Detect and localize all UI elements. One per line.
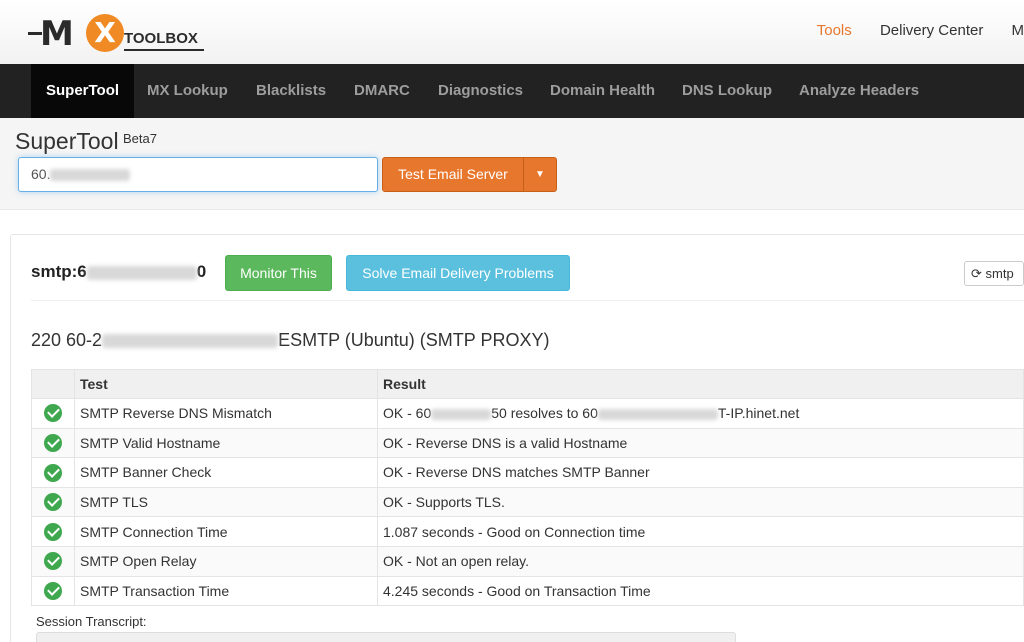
refresh-label: smtp xyxy=(985,266,1014,281)
result-text: OK - 60 xyxy=(383,405,432,422)
result-cell: 1.087 seconds - Good on Connection time xyxy=(377,516,1024,547)
top-links: Tools Delivery Center M xyxy=(817,22,1024,39)
test-email-server-button[interactable]: Test Email Server xyxy=(382,157,524,192)
session-transcript-label: Session Transcript: xyxy=(36,614,147,629)
banner-suffix: ESMTP (Ubuntu) (SMTP PROXY) xyxy=(278,330,550,350)
nav-supertool[interactable]: SuperTool xyxy=(31,64,135,118)
header-result: Result xyxy=(377,369,1024,399)
test-cell: SMTP Valid Hostname xyxy=(74,427,378,459)
nav-dns-lookup[interactable]: DNS Lookup xyxy=(667,64,787,118)
status-cell xyxy=(31,516,75,547)
page-title: SuperTool xyxy=(15,128,119,154)
redacted-ip xyxy=(50,169,131,182)
toplink-delivery-center[interactable]: Delivery Center xyxy=(880,22,983,39)
table-row: SMTP Valid Hostname OK - Reverse DNS is … xyxy=(31,427,1024,459)
result-cell: OK - Reverse DNS matches SMTP Banner xyxy=(377,457,1024,488)
nav-domain-health[interactable]: Domain Health xyxy=(535,64,670,118)
nav-mx-lookup[interactable]: MX Lookup xyxy=(132,64,243,118)
status-cell xyxy=(31,545,75,577)
nav-analyze-headers[interactable]: Analyze Headers xyxy=(784,64,934,118)
result-cell: 4.245 seconds - Good on Transaction Time xyxy=(377,575,1024,607)
results-table: Test Result SMTP Reverse DNS Mismatch OK… xyxy=(31,369,1024,607)
nav-diagnostics[interactable]: Diagnostics xyxy=(423,64,538,118)
toplink-more[interactable]: M xyxy=(1012,22,1024,39)
table-row: SMTP Banner Check OK - Reverse DNS match… xyxy=(31,457,1024,488)
result-cell: OK - 60 50 resolves to 60 T-IP.hinet.net xyxy=(377,398,1024,429)
table-row: SMTP Connection Time 1.087 seconds - Goo… xyxy=(31,516,1024,547)
test-cell: SMTP Connection Time xyxy=(74,516,378,547)
top-header: M X TOOLBOX Tools Delivery Center M xyxy=(0,0,1024,64)
nav-dmarc[interactable]: DMARC xyxy=(339,64,425,118)
logo-m: M xyxy=(40,14,74,54)
table-row: SMTP Reverse DNS Mismatch OK - 60 50 reso… xyxy=(31,398,1024,429)
status-cell xyxy=(31,486,75,518)
check-circle-icon xyxy=(44,434,62,453)
test-cell: SMTP TLS xyxy=(74,486,378,518)
logo-line-bottom xyxy=(124,49,204,51)
beta-label: Beta7 xyxy=(123,131,157,146)
main-nav: SuperTool MX Lookup Blacklists DMARC Dia… xyxy=(0,64,1024,118)
result-text-end: T-IP.hinet.net xyxy=(717,405,800,422)
command-suffix: 0 xyxy=(196,262,207,281)
logo-wordmark: TOOLBOX xyxy=(124,30,198,47)
check-circle-icon xyxy=(44,463,62,482)
status-cell xyxy=(31,427,75,459)
session-transcript-box[interactable] xyxy=(36,632,736,642)
table-row: SMTP Open Relay OK - Not an open relay. xyxy=(31,545,1024,577)
check-circle-icon xyxy=(44,493,62,512)
redacted-hostname xyxy=(597,409,718,421)
status-cell xyxy=(31,398,75,429)
test-cell: SMTP Banner Check xyxy=(74,457,378,488)
test-cell: SMTP Reverse DNS Mismatch xyxy=(74,398,378,429)
banner-prefix: 220 60-2 xyxy=(31,330,103,350)
header-test: Test xyxy=(74,369,378,399)
supertool-search-area: SuperTool Beta7 60. Test Email Server ▼ xyxy=(0,118,1024,210)
table-row: SMTP TLS OK - Supports TLS. xyxy=(31,486,1024,518)
status-cell xyxy=(31,575,75,607)
command-label: smtp:6 0 xyxy=(31,262,206,282)
check-circle-icon xyxy=(44,582,62,600)
table-row: SMTP Transaction Time 4.245 seconds - Go… xyxy=(31,575,1024,607)
check-circle-icon xyxy=(44,522,62,541)
status-cell xyxy=(31,457,75,488)
table-header-row: Test Result xyxy=(31,369,1024,399)
solve-delivery-problems-button[interactable]: Solve Email Delivery Problems xyxy=(346,255,570,291)
check-circle-icon xyxy=(44,404,62,423)
result-cell: OK - Not an open relay. xyxy=(377,545,1024,577)
redacted-ip xyxy=(431,409,492,421)
redacted-ip xyxy=(86,265,197,280)
search-input-value: 60. xyxy=(31,166,51,182)
monitor-this-button[interactable]: Monitor This xyxy=(225,255,332,291)
redacted-hostname xyxy=(102,334,279,349)
refresh-button[interactable]: ⟳ smtp xyxy=(964,261,1024,286)
mxtoolbox-logo[interactable]: M X TOOLBOX xyxy=(28,12,213,56)
toplink-tools[interactable]: Tools xyxy=(817,22,852,39)
result-cell: OK - Supports TLS. xyxy=(377,486,1024,518)
result-text-mid: 50 resolves to 60 xyxy=(491,405,598,422)
chevron-down-icon[interactable]: ▼ xyxy=(523,157,557,192)
nav-blacklists[interactable]: Blacklists xyxy=(241,64,341,118)
check-circle-icon xyxy=(44,552,62,571)
result-cell: OK - Reverse DNS is a valid Hostname xyxy=(377,427,1024,459)
command-prefix: smtp:6 xyxy=(31,262,87,281)
logo-x-circle: X xyxy=(86,14,124,52)
refresh-icon: ⟳ xyxy=(971,266,982,281)
test-cell: SMTP Open Relay xyxy=(74,545,378,577)
divider xyxy=(31,300,1024,301)
test-cell: SMTP Transaction Time xyxy=(74,575,378,607)
smtp-banner: 220 60-2 ESMTP (Ubuntu) (SMTP PROXY) xyxy=(31,330,549,351)
search-input[interactable]: 60. xyxy=(18,157,378,192)
header-status xyxy=(31,369,75,399)
